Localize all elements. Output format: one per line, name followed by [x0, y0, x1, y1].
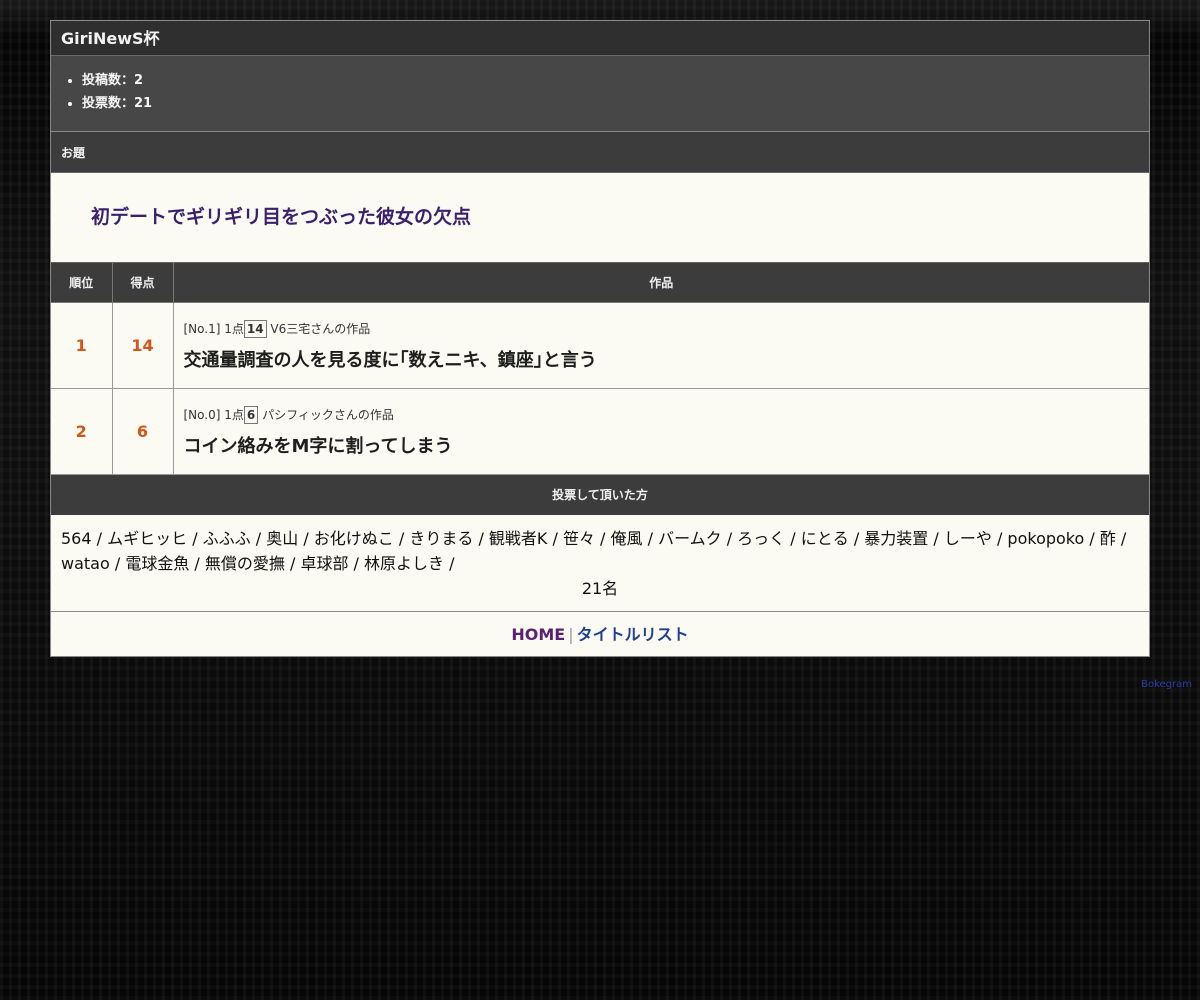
- work-author: V6三宅さんの作品: [270, 321, 371, 336]
- posts-count: 投稿数：2: [82, 69, 1149, 92]
- voters-list: 564 / ムギヒッヒ / ふふふ / 奥山 / お化けぬこ / きりまる / …: [61, 529, 1127, 573]
- stats-panel: 投稿数：2 投票数：21: [51, 56, 1149, 132]
- work-cell: [No.1] 1点 14 V6三宅さんの作品 交通量調査の人を見る度に｢数えニキ、…: [173, 302, 1150, 389]
- table-row: 1 14 [No.1] 1点 14 V6三宅さんの作品 交通量調査の人を見る度に｢…: [51, 302, 1150, 389]
- title-list-link[interactable]: タイトルリスト: [577, 625, 689, 644]
- page-title: GiriNewS杯: [51, 21, 1149, 56]
- work-meta: [No.0] 1点 6 パシフィックさんの作品: [183, 405, 1150, 424]
- work-author: パシフィックさんの作品: [262, 407, 394, 422]
- work-column-header: 作品: [173, 263, 1149, 303]
- work-meta: [No.1] 1点 14 V6三宅さんの作品: [183, 319, 1150, 338]
- rank-cell: 1: [51, 302, 113, 389]
- points-box: 14: [243, 319, 267, 338]
- work-text: 交通量調査の人を見る度に｢数えニキ、鎮座｣と言う: [183, 349, 597, 371]
- points-box: 6: [243, 405, 259, 424]
- rank-cell: 2: [51, 388, 113, 475]
- home-link[interactable]: HOME: [511, 625, 565, 644]
- bokegram-link[interactable]: Bokegram: [1141, 679, 1192, 690]
- score-cell: 14: [112, 302, 174, 389]
- theme-text: 初デートでギリギリ目をつぶった彼女の欠点: [51, 173, 1149, 263]
- results-table: 順位 得点 作品 1 14 [No.1] 1点 14 V6三宅さんの作品 交通量調…: [51, 263, 1149, 475]
- footer-nav: HOME | タイトルリスト: [51, 612, 1149, 656]
- rank-column-header: 順位: [51, 263, 113, 303]
- work-text: コイン絡みをM字に割ってしまう: [183, 435, 453, 457]
- nav-separator: |: [568, 625, 574, 644]
- theme-header: お題: [51, 132, 1149, 173]
- work-cell: [No.0] 1点 6 パシフィックさんの作品 コイン絡みをM字に割ってしまう: [173, 388, 1150, 475]
- stats-list: 投稿数：2 投票数：21: [51, 69, 1149, 115]
- work-number-label: [No.1] 1点: [183, 321, 244, 336]
- voters-panel: 564 / ムギヒッヒ / ふふふ / 奥山 / お化けぬこ / きりまる / …: [51, 515, 1149, 612]
- main-panel: GiriNewS杯 投稿数：2 投票数：21 お題 初デートでギリギリ目をつぶっ…: [50, 20, 1150, 657]
- voters-header: 投票して頂いた方: [51, 475, 1149, 515]
- voter-count: 21名: [581, 579, 619, 598]
- score-cell: 6: [112, 388, 174, 475]
- score-column-header: 得点: [112, 263, 174, 303]
- work-number-label: [No.0] 1点: [183, 407, 244, 422]
- table-row: 2 6 [No.0] 1点 6 パシフィックさんの作品 コイン絡みをM字に割ってし…: [51, 388, 1150, 475]
- results-header-row: 順位 得点 作品: [51, 263, 1149, 303]
- votes-count: 投票数：21: [82, 92, 1149, 115]
